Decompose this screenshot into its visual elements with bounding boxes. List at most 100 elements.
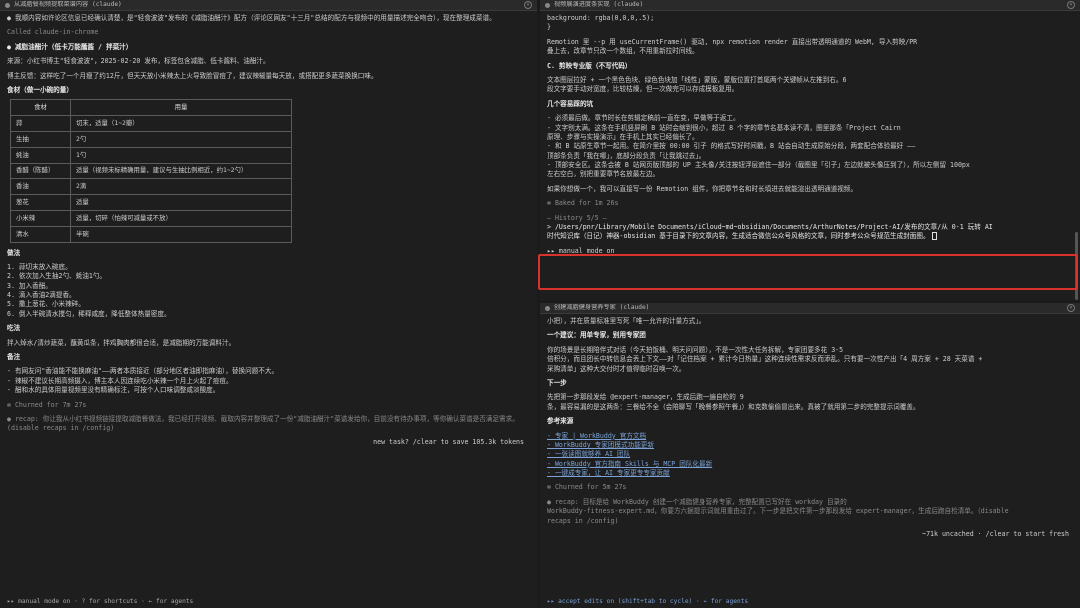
prompt-input-line-2[interactable]: 时代知识库（日记）神器-obsidian 基于目录下的文章内容，生成适合微信公众… xyxy=(547,232,1073,241)
right-bottom-text-line: recaps in /config) xyxy=(547,516,619,525)
right-top-text-line: 叠上去，改章节只改一个数组，不用重新拉时间线。 xyxy=(547,47,699,56)
table-header-cell: 用量 xyxy=(70,99,292,117)
left-text-line: 备注 xyxy=(7,353,21,362)
right-bottom-text-line: 参考来源 xyxy=(547,417,574,426)
table-row: 香油 2滴 xyxy=(10,178,292,196)
reference-link[interactable]: - WorkBuddy 专家团模式功能更新 xyxy=(547,441,1073,450)
claude-dot-icon xyxy=(5,2,10,8)
right-top-text-line: Remotion 里 --p 用 useCurrentFrame() 驱动, n… xyxy=(547,37,918,46)
close-icon[interactable]: × xyxy=(1067,1,1075,9)
table-cell: 1勺 xyxy=(70,146,292,164)
reference-link[interactable]: - 专家 | WorkBuddy 官方文档 xyxy=(547,432,1073,441)
left-pane-title: 从减脂餐视频提取菜谱内容 (claude) xyxy=(14,0,122,8)
right-top-text-line: - 和 B 站原生章节一起用。在简介里按 00:00 引子 的格式写好时间戳，B… xyxy=(547,142,916,151)
right-bottom-text-line: 先把第一步那段发给 @expert-manager，生成后跑一遍自检的 9 xyxy=(547,393,744,402)
left-text-line: 做法 xyxy=(7,248,21,257)
right-bottom-text-line: ● recap: 目标是给 WorkBuddy 创建一个减脂健身营养专家，完整配… xyxy=(547,497,847,506)
table-row: 小米辣 适量，切碎（怕辣可减量或不放） xyxy=(10,209,292,227)
table-row: 香醋（陈醋） 适量（视频未标精确用量，建议与生抽比例相近，约1~2勺） xyxy=(10,162,292,180)
left-text-line: ● 减脂油醋汁（低卡万能蘸酱 / 拌菜汁） xyxy=(7,42,133,51)
right-top-text-line: 顶部条负责「我在哪」，底部分段负责「让我跳过去」。 xyxy=(547,151,706,160)
table-cell: 清水 xyxy=(10,225,71,243)
left-text-line: 5. 撒上葱花、小米辣碎。 xyxy=(7,300,85,309)
table-row: 葱花 适量 xyxy=(10,194,292,211)
table-cell: 2勺 xyxy=(70,130,292,148)
table-cell: 半碗 xyxy=(70,225,292,243)
right-bottom-text-line: 你的场景是长期陪伴式对话（今天拍饭桶、明天问问题），不是一次性大任务拆解，专家团… xyxy=(547,345,844,354)
uncached-hint: ~71k uncached · /clear to start fresh xyxy=(922,530,1069,539)
reference-link[interactable]: - WorkBuddy 官方指南 Skills 与 MCP 团队化最新 xyxy=(547,460,1073,469)
right-bottom-pane-content: 小把），并在质量标准里写死「唯一允许的计量方式」。 一个建议：用单专家，别用专家团… xyxy=(540,315,1080,608)
right-top-pane-titlebar: 视频展演进度条实现 (claude) × xyxy=(540,0,1080,11)
right-top-text-line: 几个容易踩的坑 xyxy=(547,99,594,108)
left-text-line: 吃法 xyxy=(7,324,21,333)
left-text-line: 6. 倒入半碗清水搅匀，稀释咸度，降低整体热量密度。 xyxy=(7,309,171,318)
right-top-terminal-pane[interactable]: 视频展演进度条实现 (claude) × background: rgba(0,… xyxy=(540,0,1080,300)
table-row: 生抽 2勺 xyxy=(10,130,292,148)
table-row: 蚝油 1勺 xyxy=(10,146,292,164)
left-text-line: ✻ Churned for 7m 27s xyxy=(7,400,87,409)
right-bottom-pane-titlebar: 创建减脂健身营养专家 (claude) × xyxy=(540,303,1080,314)
right-top-pane-content: background: rgba(0,0,0,.5);} Remotion 里 -… xyxy=(540,12,1080,300)
right-top-text-line: - 顶部安全区。这条会被 B 站网页版顶部的 UP 主头像/关注按钮浮层遮住一部… xyxy=(547,161,970,170)
table-cell: 蚝油 xyxy=(10,146,71,164)
left-text-line: 博主反馈：这样吃了一个月瘦了约12斤，但天天放小米辣太上火导致脸冒痘了，建议辣椒… xyxy=(7,71,378,80)
table-cell: 2滴 xyxy=(70,178,292,196)
left-pane-content: ● 我顺内容如许论区信息已经确认清楚，是"轻食波波"发布的《减脂油醋汁》配方（评… xyxy=(0,12,537,608)
left-text-line: - 有网友问"香油能不能换麻油"——两者本质接近（部分地区者油即指麻油），替换问… xyxy=(7,367,279,376)
right-top-status-bar: ▸▸ manual mode on xyxy=(547,246,615,255)
right-top-text-line: - 文字别太满。这条在手机竖屏刷 B 站时会缩到很小，超过 8 个字的章节名基本… xyxy=(547,123,901,132)
scrollbar[interactable] xyxy=(1075,232,1078,300)
right-top-text-line: background: rgba(0,0,0,.5); xyxy=(547,14,655,22)
left-text-line: ● recap: 你让我从小红书视频链接提取减脂餐做法，我已经打开视频、截取内容… xyxy=(7,414,519,433)
left-text-line: 3. 加入香醋。 xyxy=(7,281,52,290)
table-cell: 适量，切碎（怕辣可减量或不放） xyxy=(70,209,292,227)
right-bottom-status-bar: ▸▸ accept edits on (shift+tab to cycle) … xyxy=(547,598,749,605)
text-cursor xyxy=(931,232,937,241)
table-row: 蒜切末，适量（1~2瓣） xyxy=(10,115,292,132)
table-row: 清水 半碗 xyxy=(10,225,292,243)
reference-link[interactable]: - 一键成专家，让 AI 专家更专专家贡献 xyxy=(547,469,1073,478)
right-bottom-text-line: WorkBuddy-fitness-expert.md，你要方六据提示词就用重由… xyxy=(547,507,1009,516)
right-bottom-text-line: 倍积分，而且团长中转信息会丢上下文——对「记住档案 + 累计今日热量」这种连续性… xyxy=(547,355,983,364)
table-cell: 切末，适量（1~2瓣） xyxy=(70,115,292,132)
table-cell: 适量（视频未标精确用量，建议与生抽比例相近，约1~2勺） xyxy=(70,162,292,180)
right-top-text-line: ✻ Baked for 1m 26s xyxy=(547,199,619,208)
right-top-text-line: 原理、步骤与实操演示」在手机上其实已经偏长了。 xyxy=(547,132,699,141)
right-bottom-text-line: 一个建议：用单专家，别用专家团 xyxy=(547,331,646,340)
table-cell: 生抽 xyxy=(10,130,71,148)
left-status-bar: ▸▸ manual mode on · ? for shortcuts · ← … xyxy=(7,598,194,605)
right-bottom-text-line: 下一步 xyxy=(547,378,567,387)
claude-dot-icon xyxy=(545,2,550,8)
prompt-input-line-1[interactable]: > /Users/pnr/Library/Mobile Documents/iC… xyxy=(547,223,1073,232)
history-indicator: — History 5/5 — xyxy=(547,213,607,222)
close-icon[interactable]: × xyxy=(524,1,532,9)
right-bottom-text-line: 采购清单」这种大交付时才值得临时召唤一次。 xyxy=(547,364,686,373)
table-cell: 香油 xyxy=(10,178,71,196)
table-cell: 葱花 xyxy=(10,194,71,211)
left-text-line: 来源：小红书博主"轻食波波"，2025-02-20 发布，标签包含减脂、低卡酱料… xyxy=(7,57,270,66)
table-header-cell: 食材 xyxy=(10,99,71,117)
close-icon[interactable]: × xyxy=(1067,304,1075,312)
right-top-text-line: - 必须最后做。章节时长在剪辑定稿前一直在变，早做等于返工。 xyxy=(547,114,740,123)
table-cell: 香醋（陈醋） xyxy=(10,162,71,180)
ingredients-table: 食材 用量蒜切末，适量（1~2瓣） 生抽 2勺 蚝油 1勺 香醋（陈醋） 适量（视频未标精确用… xyxy=(10,99,292,243)
table-cell: 小米辣 xyxy=(10,209,71,227)
table-header-row: 食材 用量 xyxy=(10,99,292,117)
claude-dot-icon xyxy=(545,305,550,311)
left-text-line: 食材（做一小碗的量） xyxy=(7,85,73,94)
table-cell: 适量 xyxy=(70,194,292,211)
left-text-line: - 醋和水的具体用量视频里没有精确标注，可按个人口味调整咸淡酸度。 xyxy=(7,386,220,395)
reference-link[interactable]: - 一张读图就够养 AI 团队 xyxy=(547,450,1073,459)
left-text-line: 拌入焯水/清炒蔬菜，蘸黄瓜条，拌鸡胸肉都很合适，是减脂期的万能调料汁。 xyxy=(7,338,236,347)
left-text-line: ● 我顺内容如许论区信息已经确认清楚，是"轻食波波"发布的《减脂油醋汁》配方（评… xyxy=(7,14,496,22)
right-top-text-line: } xyxy=(547,23,551,32)
left-terminal-pane[interactable]: 从减脂餐视频提取菜谱内容 (claude) × ● 我顺内容如许论区信息已经确认… xyxy=(0,0,537,608)
clear-hint: new task? /clear to save 105.3k tokens xyxy=(373,437,524,446)
right-bottom-terminal-pane[interactable]: 创建减脂健身营养专家 (claude) × 小把），并在质量标准里写死「唯一允许… xyxy=(540,303,1080,608)
left-pane-titlebar: 从减脂餐视频提取菜谱内容 (claude) × xyxy=(0,0,537,11)
right-bottom-pane-title: 创建减脂健身营养专家 (claude) xyxy=(554,303,650,311)
right-bottom-text-line: ✻ Churned for 5m 27s xyxy=(547,483,627,492)
right-bottom-text-line: 条，最容易漏的是这两条：三餐给不全（会陪聊写「晚餐参照午餐」）和克数偷偷冒出来。… xyxy=(547,402,920,411)
right-top-text-line: 段文字要手动对宽度，比较枯燥，但一次做完可以存成模板复用。 xyxy=(547,85,739,94)
